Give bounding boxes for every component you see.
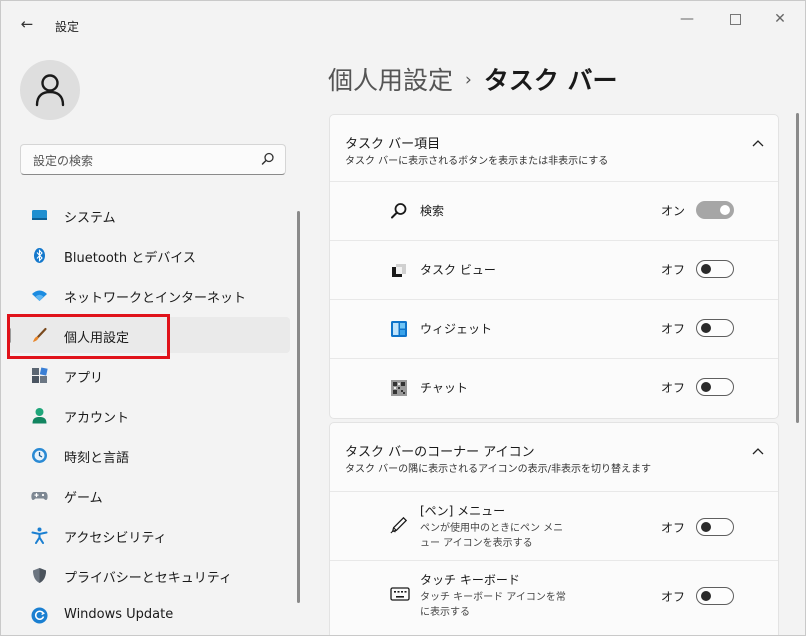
search-toggle[interactable]	[696, 201, 734, 219]
taskbar-items-section: タスク バー項目 タスク バーに表示されるボタンを表示または非表示にする 検索 …	[329, 114, 779, 419]
sidebar-item-label: アプリ	[64, 371, 104, 386]
content-scrollbar[interactable]	[796, 113, 799, 423]
wifi-icon	[32, 290, 47, 301]
avatar[interactable]	[20, 60, 80, 120]
search-input[interactable]	[31, 151, 255, 171]
toggle-state-text: オフ	[661, 263, 686, 277]
sidebar-item-label: アカウント	[64, 411, 130, 426]
sidebar-item-label: Windows Update	[64, 607, 174, 622]
sidebar-item-label: ネットワークとインターネット	[64, 291, 247, 306]
annotation-highlight-box	[7, 314, 170, 359]
back-button[interactable]: ←	[15, 14, 39, 34]
sidebar-item-label: 時刻と言語	[64, 451, 130, 466]
chevron-up-icon[interactable]	[752, 447, 764, 455]
sidebar-nav: システム Bluetooth とデバイス ネットワークとインターネット 個人用設…	[8, 197, 290, 635]
close-button[interactable]: ✕	[757, 7, 803, 31]
sidebar-item-label: プライバシーとセキュリティ	[64, 571, 232, 586]
sidebar-item-network[interactable]: ネットワークとインターネット	[8, 277, 290, 313]
sidebar-item-privacy[interactable]: プライバシーとセキュリティ	[8, 557, 290, 593]
maximize-icon	[729, 13, 741, 25]
toggle-knob	[701, 382, 711, 392]
setting-label: 検索	[420, 204, 445, 218]
sidebar-item-bluetooth[interactable]: Bluetooth とデバイス	[8, 237, 290, 273]
setting-row-search: 検索 オン	[330, 181, 778, 240]
bluetooth-icon	[34, 248, 45, 263]
breadcrumb: 個人用設定 › タスク バー	[328, 61, 618, 97]
sidebar-item-time-language[interactable]: 時刻と言語	[8, 437, 290, 473]
search-icon[interactable]	[261, 152, 275, 166]
toggle-knob	[701, 591, 711, 601]
setting-row-touch-keyboard: タッチ キーボード タッチ キーボード アイコンを常に表示する オフ	[330, 560, 778, 629]
setting-label: ウィジェット	[420, 322, 493, 336]
sidebar-item-label: ゲーム	[64, 491, 103, 506]
sidebar-item-accounts[interactable]: アカウント	[8, 397, 290, 433]
section-subtitle: タスク バーに表示されるボタンを表示または非表示にする	[345, 156, 609, 167]
user-icon	[35, 74, 65, 107]
sidebar-item-label: Bluetooth とデバイス	[64, 251, 196, 266]
task-view-toggle[interactable]	[696, 260, 734, 278]
breadcrumb-separator: ›	[465, 70, 472, 90]
search-box	[20, 144, 286, 175]
setting-row-task-view: タスク ビュー オフ	[330, 240, 778, 299]
setting-row-chat: チャット オフ	[330, 358, 778, 417]
task-view-icon	[392, 264, 406, 277]
setting-label: [ペン] メニュー	[420, 504, 506, 518]
section-header[interactable]: タスク バーのコーナー アイコン タスク バーの隅に表示されるアイコンの表示/非…	[330, 423, 778, 491]
section-header[interactable]: タスク バー項目 タスク バーに表示されるボタンを表示または非表示にする	[330, 115, 778, 181]
toggle-state-text: オン	[661, 204, 686, 218]
system-icon	[32, 210, 47, 220]
maximize-button[interactable]	[712, 7, 758, 31]
section-title: タスク バー項目	[345, 137, 441, 152]
taskbar-corner-icons-section: タスク バーのコーナー アイコン タスク バーの隅に表示されるアイコンの表示/非…	[329, 422, 779, 635]
keyboard-icon	[390, 587, 410, 601]
gamepad-icon	[31, 492, 48, 500]
setting-label: チャット	[420, 381, 468, 395]
sidebar-item-label: システム	[64, 211, 116, 226]
section-subtitle: タスク バーの隅に表示されるアイコンの表示/非表示を切り替えます	[345, 464, 652, 475]
setting-description: タッチ キーボード アイコンを常に表示する	[420, 592, 566, 618]
toggle-state-text: オフ	[661, 590, 686, 604]
update-icon	[31, 607, 48, 624]
sidebar-item-windows-update[interactable]: Windows Update	[8, 597, 290, 633]
widgets-toggle[interactable]	[696, 319, 734, 337]
sidebar-item-system[interactable]: システム	[8, 197, 290, 233]
pen-menu-toggle[interactable]	[696, 518, 734, 536]
toggle-knob	[720, 205, 730, 215]
setting-row-pen-menu: [ペン] メニュー ペンが使用中のときにペン メニュー アイコンを表示する オフ	[330, 491, 778, 560]
page-title: タスク バー	[483, 66, 618, 95]
app-title: 設定	[55, 20, 80, 34]
chat-toggle[interactable]	[696, 378, 734, 396]
section-title: タスク バーのコーナー アイコン	[345, 445, 535, 460]
sidebar-item-accessibility[interactable]: アクセシビリティ	[8, 517, 290, 553]
setting-row-widgets: ウィジェット オフ	[330, 299, 778, 358]
sidebar-scrollbar[interactable]	[297, 211, 300, 603]
time-language-icon	[32, 448, 47, 463]
accessibility-icon	[31, 527, 48, 544]
chat-icon	[391, 380, 407, 396]
touch-keyboard-toggle[interactable]	[696, 587, 734, 605]
toggle-state-text: オフ	[661, 322, 686, 336]
widgets-icon	[391, 321, 407, 337]
setting-label: タスク ビュー	[420, 263, 496, 277]
toggle-knob	[701, 522, 711, 532]
toggle-knob	[701, 323, 711, 333]
apps-icon	[32, 367, 48, 383]
chevron-up-icon[interactable]	[752, 139, 764, 147]
toggle-knob	[701, 264, 711, 274]
account-icon	[32, 408, 47, 424]
minimize-button[interactable]: —	[664, 7, 710, 31]
setting-label: タッチ キーボード	[420, 573, 520, 587]
sidebar-item-label: アクセシビリティ	[64, 531, 167, 546]
shield-icon	[33, 568, 46, 583]
setting-description: ペンが使用中のときにペン メニュー アイコンを表示する	[420, 523, 564, 549]
pen-icon	[390, 516, 408, 534]
settings-window: ← 設定 — ✕ システム Blue	[0, 0, 806, 636]
search-icon	[391, 203, 407, 219]
breadcrumb-parent[interactable]: 個人用設定	[328, 66, 453, 95]
toggle-state-text: オフ	[661, 521, 686, 535]
toggle-state-text: オフ	[661, 381, 686, 395]
title-bar: ← 設定 — ✕	[1, 1, 805, 45]
sidebar-item-apps[interactable]: アプリ	[8, 357, 290, 393]
sidebar-item-gaming[interactable]: ゲーム	[8, 477, 290, 513]
